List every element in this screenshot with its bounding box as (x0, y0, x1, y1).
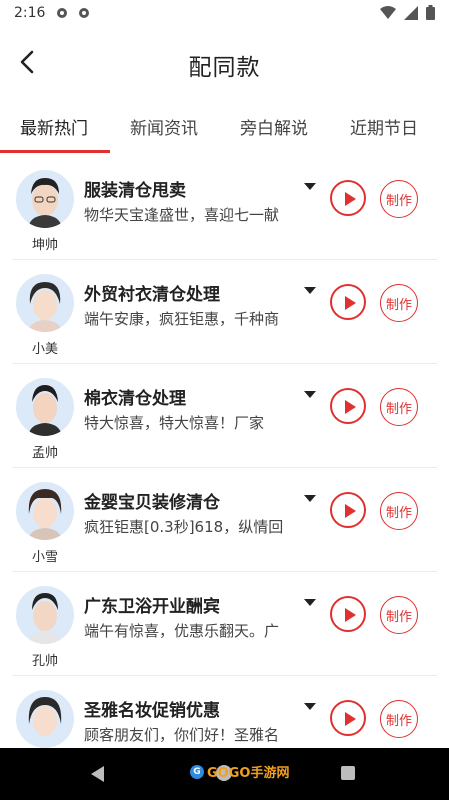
item-title: 外贸衬衣清仓处理 (84, 285, 220, 305)
voice-name: 孟帅 (31, 446, 58, 461)
tab-news[interactable]: 新闻资讯 (130, 114, 198, 139)
active-tab-indicator (0, 150, 110, 153)
make-button[interactable]: 制作 (380, 180, 418, 218)
battery-icon (426, 5, 435, 24)
expand-caret-icon[interactable] (304, 391, 316, 398)
item-description: 物华天宝逢盛世，喜迎七一献 (84, 206, 280, 224)
avatar (16, 690, 74, 748)
item-title: 广东卫浴开业酬宾 (84, 597, 220, 617)
play-button[interactable] (330, 180, 366, 216)
item-title: 服装清仓甩卖 (84, 181, 186, 201)
expand-caret-icon[interactable] (304, 183, 316, 190)
watermark-g-icon: G (190, 764, 204, 779)
play-button[interactable] (330, 596, 366, 632)
play-button[interactable] (330, 284, 366, 320)
tab-narration[interactable]: 旁白解说 (240, 114, 308, 139)
play-button[interactable] (330, 700, 366, 736)
tab-holidays[interactable]: 近期节日 (350, 114, 418, 139)
make-button[interactable]: 制作 (380, 284, 418, 322)
avatar (16, 170, 74, 228)
wifi-icon (380, 5, 396, 24)
avatar (16, 274, 74, 332)
play-icon (345, 608, 356, 622)
make-button[interactable]: 制作 (380, 388, 418, 426)
expand-caret-icon[interactable] (304, 703, 316, 710)
status-time: 2:16 (14, 5, 46, 21)
expand-caret-icon[interactable] (304, 495, 316, 502)
nav-recents-icon[interactable] (341, 766, 355, 780)
category-tabs: 最新热门 新闻资讯 旁白解说 近期节日 (0, 98, 449, 154)
item-title: 棉衣清仓处理 (84, 389, 186, 409)
nav-back-icon[interactable] (91, 766, 104, 782)
play-icon (345, 192, 356, 206)
item-description: 端午有惊喜，优惠乐翻天。广 (84, 622, 280, 640)
play-icon (345, 504, 356, 518)
item-title: 金婴宝贝装修清仓 (84, 493, 220, 513)
make-button[interactable]: 制作 (380, 700, 418, 738)
avatar (16, 378, 74, 436)
watermark-text: GOGO手游网 (207, 766, 290, 781)
list-item[interactable]: 小美 外贸衬衣清仓处理 端午安康，疯狂钜惠，千种商 制作 (0, 260, 449, 364)
voice-name: 孔帅 (31, 654, 58, 669)
make-button[interactable]: 制作 (380, 596, 418, 634)
play-button[interactable] (330, 388, 366, 424)
signal-icon (404, 5, 418, 24)
list-item[interactable]: 坤帅 服装清仓甩卖 物华天宝逢盛世，喜迎七一献 制作 (0, 156, 449, 260)
voice-name: 小雪 (31, 550, 58, 565)
item-description: 特大惊喜，特大惊喜！厂家 (84, 414, 265, 432)
make-button[interactable]: 制作 (380, 492, 418, 530)
expand-caret-icon[interactable] (304, 599, 316, 606)
play-button[interactable] (330, 492, 366, 528)
expand-caret-icon[interactable] (304, 287, 316, 294)
list-item[interactable]: 孔帅 广东卫浴开业酬宾 端午有惊喜，优惠乐翻天。广 制作 (0, 572, 449, 676)
item-description: 顾客朋友们，你们好！圣雅名 (84, 726, 280, 744)
settings-gear-icon (55, 6, 69, 20)
tab-latest-hot[interactable]: 最新热门 (20, 114, 88, 139)
play-icon (345, 400, 356, 414)
play-icon (345, 296, 356, 310)
item-description: 疯狂钜惠[0.3秒]618，纵情回 (84, 518, 284, 536)
page-title: 配同款 (188, 55, 261, 81)
list-item[interactable]: 孟帅 棉衣清仓处理 特大惊喜，特大惊喜！厂家 制作 (0, 364, 449, 468)
avatar (16, 586, 74, 644)
app-header: 配同款 (0, 26, 449, 98)
watermark-logo: G GOGO手游网 (190, 762, 289, 781)
list-item[interactable]: 小雪 金婴宝贝装修清仓 疯狂钜惠[0.3秒]618，纵情回 制作 (0, 468, 449, 572)
item-description: 端午安康，疯狂钜惠，千种商 (84, 310, 280, 328)
voice-name: 坤帅 (31, 238, 58, 253)
avatar (16, 482, 74, 540)
settings-gear-icon-2 (77, 6, 91, 20)
voice-name: 小美 (31, 342, 58, 357)
play-icon (345, 712, 356, 726)
status-icons (380, 5, 435, 24)
item-title: 圣雅名妆促销优惠 (84, 701, 220, 721)
status-bar: 2:16 (0, 0, 449, 26)
